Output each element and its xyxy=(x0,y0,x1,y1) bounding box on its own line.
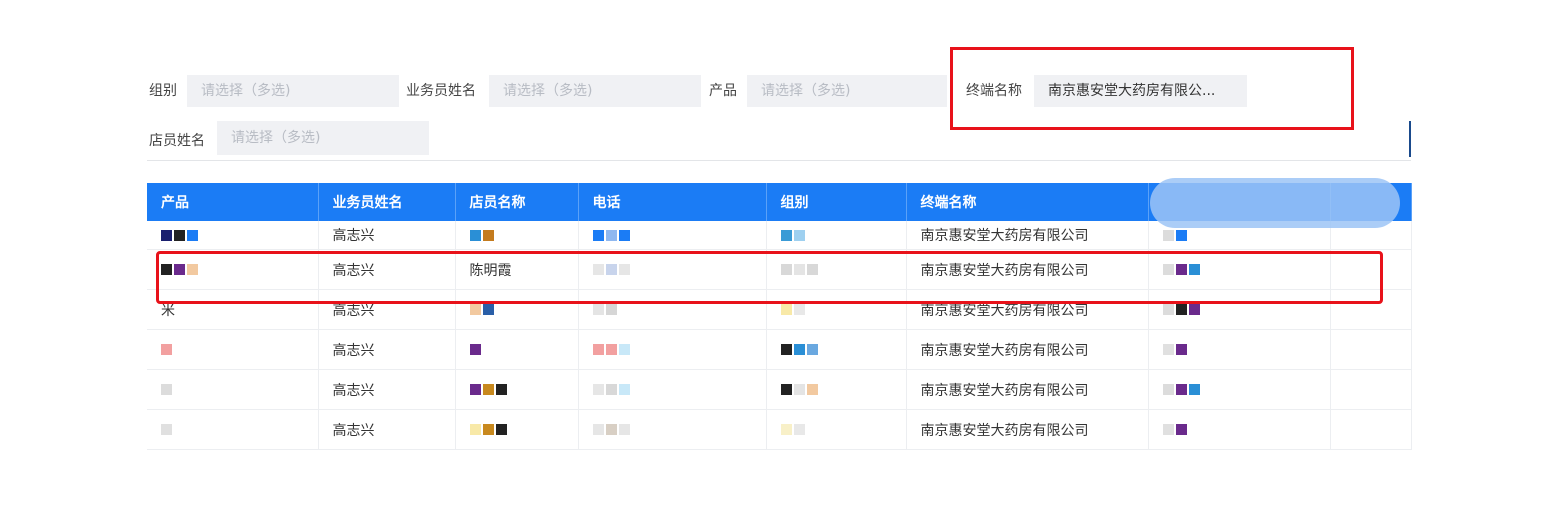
cell-terminal: 南京惠安堂大药房有限公司 xyxy=(906,221,1149,250)
table-row[interactable]: 高志兴 南京惠安堂大药房有限公司 xyxy=(147,369,1412,410)
col-group[interactable]: 组别 xyxy=(766,183,907,221)
cell-group xyxy=(766,369,907,410)
cell-salesperson: 高志兴 xyxy=(318,329,456,370)
cell-salesperson: 高志兴 xyxy=(318,369,456,410)
cell-hidden xyxy=(1148,409,1331,450)
group-label: 组别 xyxy=(149,83,177,99)
cell-phone xyxy=(578,221,767,250)
filter-divider xyxy=(147,160,1411,161)
salesperson-label: 业务员姓名 xyxy=(406,83,476,99)
cell-group xyxy=(766,409,907,450)
cell-clerk xyxy=(455,221,579,250)
cell-salesperson: 高志兴 xyxy=(318,221,456,250)
cell-group xyxy=(766,329,907,370)
cell-product xyxy=(147,409,319,450)
col-product[interactable]: 产品 xyxy=(147,183,319,221)
cell-terminal: 南京惠安堂大药房有限公司 xyxy=(906,369,1149,410)
cell-terminal: 南京惠安堂大药房有限公司 xyxy=(906,409,1149,450)
terminal-filter-highlight xyxy=(950,47,1354,130)
cell-clerk xyxy=(455,369,579,410)
cell-salesperson: 高志兴 xyxy=(318,409,456,450)
row-highlight xyxy=(156,251,1383,304)
cell-product xyxy=(147,369,319,410)
col-terminal[interactable]: 终端名称 xyxy=(906,183,1149,221)
cell-group xyxy=(766,221,907,250)
cell-product xyxy=(147,221,319,250)
clerk-select[interactable]: 请选择（多选) xyxy=(217,121,429,155)
col-clerk[interactable]: 店员名称 xyxy=(455,183,579,221)
table-row[interactable]: 高志兴 南京惠安堂大药房有限公司 xyxy=(147,409,1412,450)
salesperson-select[interactable]: 请选择（多选) xyxy=(489,75,701,107)
cell-phone xyxy=(578,329,767,370)
group-select[interactable]: 请选择（多选) xyxy=(187,75,399,107)
blurred-header-region xyxy=(1150,178,1400,228)
cell-hidden xyxy=(1148,329,1331,370)
product-select[interactable]: 请选择（多选) xyxy=(747,75,947,107)
cell-hidden xyxy=(1148,369,1331,410)
col-salesperson[interactable]: 业务员姓名 xyxy=(318,183,456,221)
cell-terminal: 南京惠安堂大药房有限公司 xyxy=(906,329,1149,370)
table-row[interactable]: 高志兴 南京惠安堂大药房有限公司 xyxy=(147,329,1412,370)
cell-clerk xyxy=(455,329,579,370)
cell-product xyxy=(147,329,319,370)
product-label: 产品 xyxy=(709,83,737,99)
cell-phone xyxy=(578,369,767,410)
cell-phone xyxy=(578,409,767,450)
scroll-indicator xyxy=(1409,121,1411,157)
col-phone[interactable]: 电话 xyxy=(578,183,767,221)
clerk-label: 店员姓名 xyxy=(149,133,205,149)
cell-clerk xyxy=(455,409,579,450)
